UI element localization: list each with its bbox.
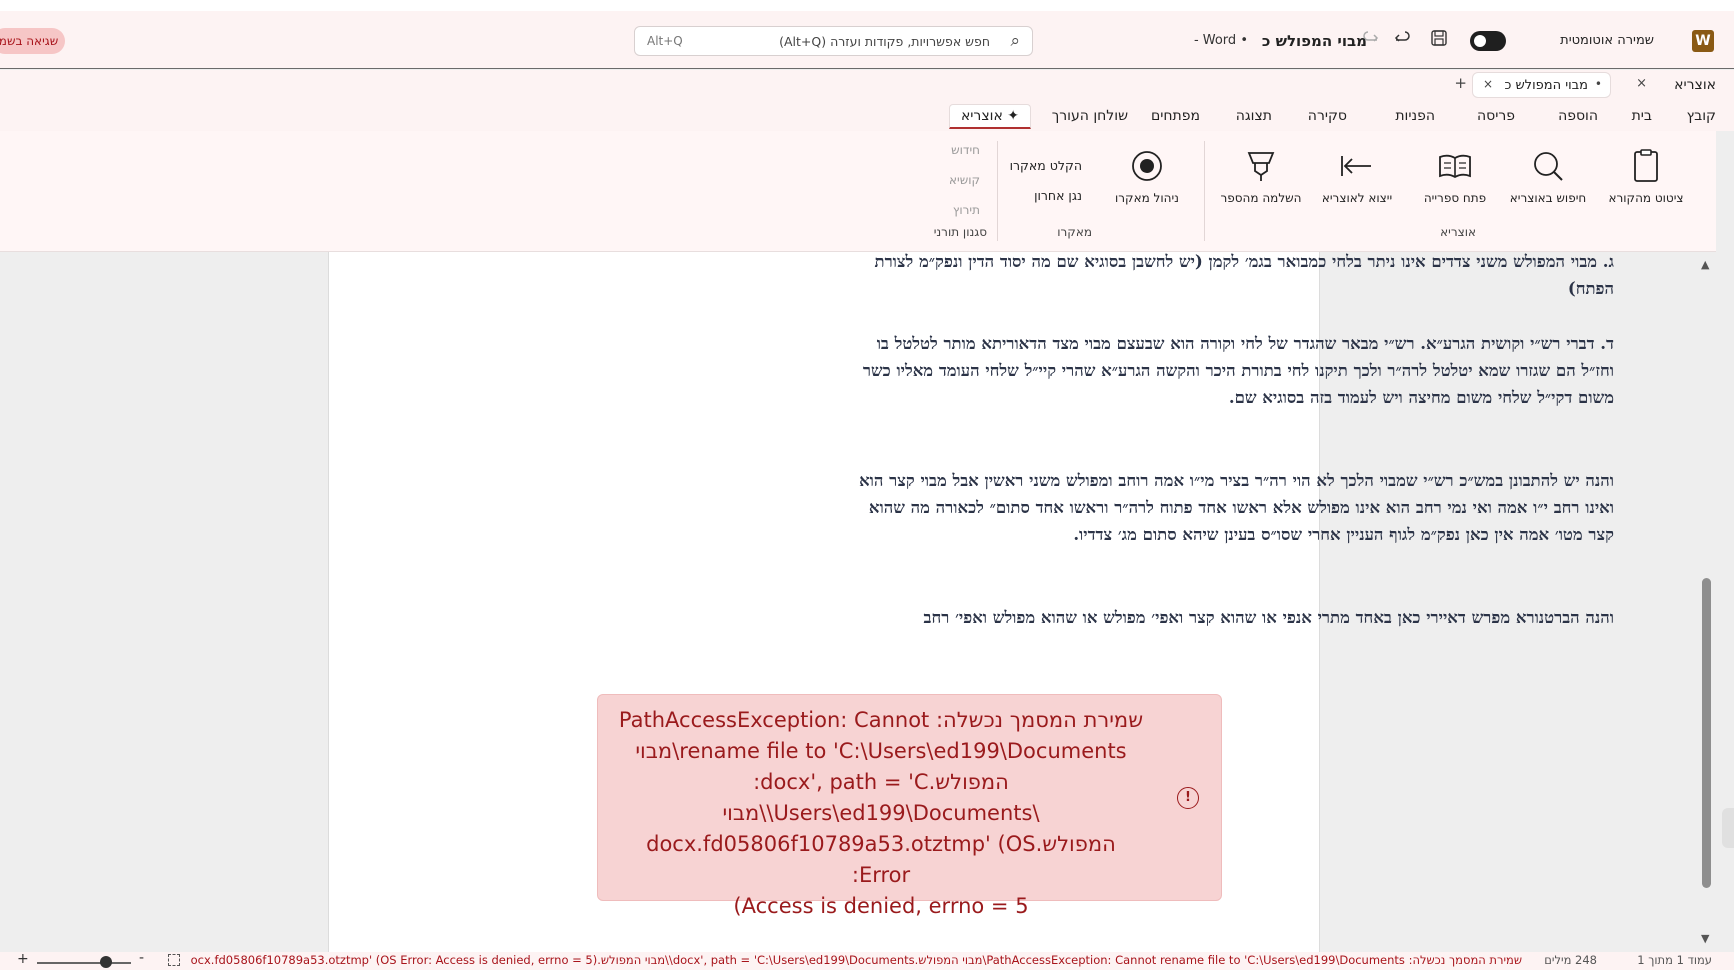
zoom-control: + - xyxy=(0,952,190,970)
manage-macros-button[interactable]: ניהול מאקרו xyxy=(1110,149,1184,205)
zoom-slider[interactable] xyxy=(37,962,131,964)
tab-layout[interactable]: פריסה xyxy=(1477,108,1515,124)
page-count: עמוד 1 מתוך 1 xyxy=(1637,953,1712,967)
otzaria-pane-label[interactable]: אוצריא xyxy=(1674,77,1716,93)
record-icon xyxy=(1110,149,1184,187)
export-arrow-icon xyxy=(1314,149,1400,187)
error-line: Access is denied, errno = 5) xyxy=(733,894,1029,918)
zoom-slider-knob[interactable] xyxy=(100,956,112,968)
error-line: שמירת המסמך נכשלה: PathAccessException: … xyxy=(618,708,1144,732)
open-library-button[interactable]: פתח ספרייה xyxy=(1410,149,1500,205)
document-tab[interactable]: • מבוי המפולש כ × xyxy=(1472,72,1611,98)
record-macro-button[interactable]: הקלט מאקרו xyxy=(1010,158,1082,173)
magnifier-icon xyxy=(1503,149,1593,187)
scroll-down-icon[interactable]: ▼ xyxy=(1701,932,1709,945)
autosave-toggle[interactable] xyxy=(1470,31,1506,51)
group-separator xyxy=(997,141,998,241)
paragraph[interactable]: והנה יש להתבונן במש״כ רש״י שמבוי הלכך לא… xyxy=(854,467,1614,548)
document-title: מבוי המפולש כ xyxy=(1261,32,1367,50)
macro-group-label: מאקרו xyxy=(1057,225,1092,239)
scroll-up-icon[interactable]: ▲ xyxy=(1701,258,1709,271)
complete-from-book-button[interactable]: השלמה מהספר xyxy=(1216,149,1306,205)
highlighter-icon xyxy=(1216,149,1306,187)
export-to-otzaria-button[interactable]: ייצוא לאוצריא xyxy=(1314,149,1400,205)
side-panel-handle[interactable] xyxy=(1722,808,1734,848)
ribbon-panel: ציטוט מהקורא חיפוש באוצריא פתח ספרייה יי… xyxy=(0,131,1716,252)
search-otzaria-button[interactable]: חיפוש באוצריא xyxy=(1503,149,1593,205)
tab-file[interactable]: קובץ xyxy=(1687,108,1716,124)
zoom-out-button[interactable]: - xyxy=(139,952,144,966)
otzaria-pane-close-icon[interactable]: × xyxy=(1636,76,1647,91)
search-input[interactable]: ⌕ חפש אפשרויות, פקודות ועזרה (Alt+Q) Alt… xyxy=(634,26,1033,56)
paragraph[interactable]: ג. מבוי המפולש משני צדדים אינו ניתר בלחי… xyxy=(854,248,1615,302)
ribbon-tabs: קובץ בית הוספה פריסה הפניות סקירה תצוגה … xyxy=(0,100,1734,131)
status-bar: עמוד 1 מתוך 1 248 מילים שמירת המסמך נכשל… xyxy=(0,952,1734,970)
unsaved-dot-icon: • xyxy=(1594,77,1602,91)
torah-style-group-label: סגנון תורני xyxy=(933,225,987,239)
error-icon: ! xyxy=(1177,787,1199,809)
paragraph[interactable]: והנה הברטנורא מפרש דאיירי כאן באחד מתרי … xyxy=(854,604,1614,631)
search-otzaria-label: חיפוש באוצריא xyxy=(1509,191,1587,205)
paragraph[interactable]: ד. דברי רש״י וקושית הגרע״א. רש״י מבאר שה… xyxy=(854,330,1614,411)
style-chiddush-button[interactable]: חידוש xyxy=(951,143,980,157)
clipboard-icon xyxy=(1601,149,1691,187)
document-tab-label: מבוי המפולש כ xyxy=(1504,78,1588,93)
manage-macros-label: ניהול מאקרו xyxy=(1115,191,1179,205)
search-placeholder: חפש אפשרויות, פקודות ועזרה (Alt+Q) xyxy=(779,34,990,49)
tab-references[interactable]: הפניות xyxy=(1395,108,1435,124)
vertical-scrollbar[interactable]: ▲ ▼ xyxy=(1697,252,1716,952)
group-separator xyxy=(1204,141,1205,241)
new-tab-button[interactable]: + xyxy=(1454,74,1467,92)
fit-page-icon[interactable] xyxy=(168,954,180,966)
quote-from-reader-label: ציטוט מהקורא xyxy=(1608,191,1684,205)
search-shortcut: Alt+Q xyxy=(647,34,683,48)
tab-home[interactable]: בית xyxy=(1632,108,1652,124)
tab-otzaria[interactable]: ✦ אוצריא xyxy=(948,104,1031,129)
scroll-thumb[interactable] xyxy=(1702,578,1711,888)
tab-insert[interactable]: הוספה xyxy=(1558,108,1598,124)
title-bar: W שמירה אוטומטית מבוי המפולש כ • Word - … xyxy=(0,11,1734,69)
document-tab-bar: אוצריא × • מבוי המפולש כ × + xyxy=(0,70,1734,100)
complete-from-book-label: השלמה מהספר xyxy=(1220,191,1302,205)
error-line: המפולש.docx.fd05806f10789a53.otztmp' (OS… xyxy=(646,832,1116,887)
document-tab-close-icon[interactable]: × xyxy=(1483,77,1493,91)
autosave-label: שמירה אוטומטית xyxy=(1560,33,1654,48)
app-name-suffix: • Word - xyxy=(1193,33,1248,48)
tab-view[interactable]: תצוגה xyxy=(1236,108,1272,124)
tab-developer[interactable]: מפתחים xyxy=(1151,108,1200,124)
open-book-icon xyxy=(1410,149,1500,187)
tab-review[interactable]: סקירה xyxy=(1308,108,1347,124)
zoom-in-button[interactable]: + xyxy=(17,952,29,967)
style-kushya-button[interactable]: קושיא xyxy=(949,173,980,187)
word-count: 248 מילים xyxy=(1544,953,1597,967)
error-line: \Users\ed199\Documents\\מבוי xyxy=(722,801,1040,825)
save-icon[interactable] xyxy=(1427,29,1451,53)
error-line: rename file to 'C:\Users\ed199\Documents… xyxy=(635,739,1127,763)
play-last-macro-button[interactable]: נגן אחרון xyxy=(1034,188,1082,203)
export-to-otzaria-label: ייצוא לאוצריא xyxy=(1321,191,1393,205)
open-library-label: פתח ספרייה xyxy=(1423,191,1487,205)
window-top-strip xyxy=(0,0,1734,11)
otzaria-group-label: אוצריא xyxy=(1440,225,1476,239)
save-error-badge[interactable]: שגיאה בשמ xyxy=(0,28,65,54)
save-error-toast: ! שמירת המסמך נכשלה: PathAccessException… xyxy=(597,694,1222,918)
search-icon: ⌕ xyxy=(1010,31,1020,51)
status-error-message: שמירת המסמך נכשלה: PathAccessException: … xyxy=(183,953,1522,967)
style-terutz-button[interactable]: תירוץ xyxy=(953,203,980,217)
quote-from-reader-button[interactable]: ציטוט מהקורא xyxy=(1601,149,1691,205)
error-line: המפולש.docx', path = 'C: xyxy=(753,770,1009,794)
undo-icon[interactable] xyxy=(1391,29,1415,53)
word-logo-icon: W xyxy=(1692,30,1714,52)
error-message: שמירת המסמך נכשלה: PathAccessException: … xyxy=(616,705,1146,922)
tab-editor-desk[interactable]: שולחן העורך xyxy=(1052,108,1128,124)
